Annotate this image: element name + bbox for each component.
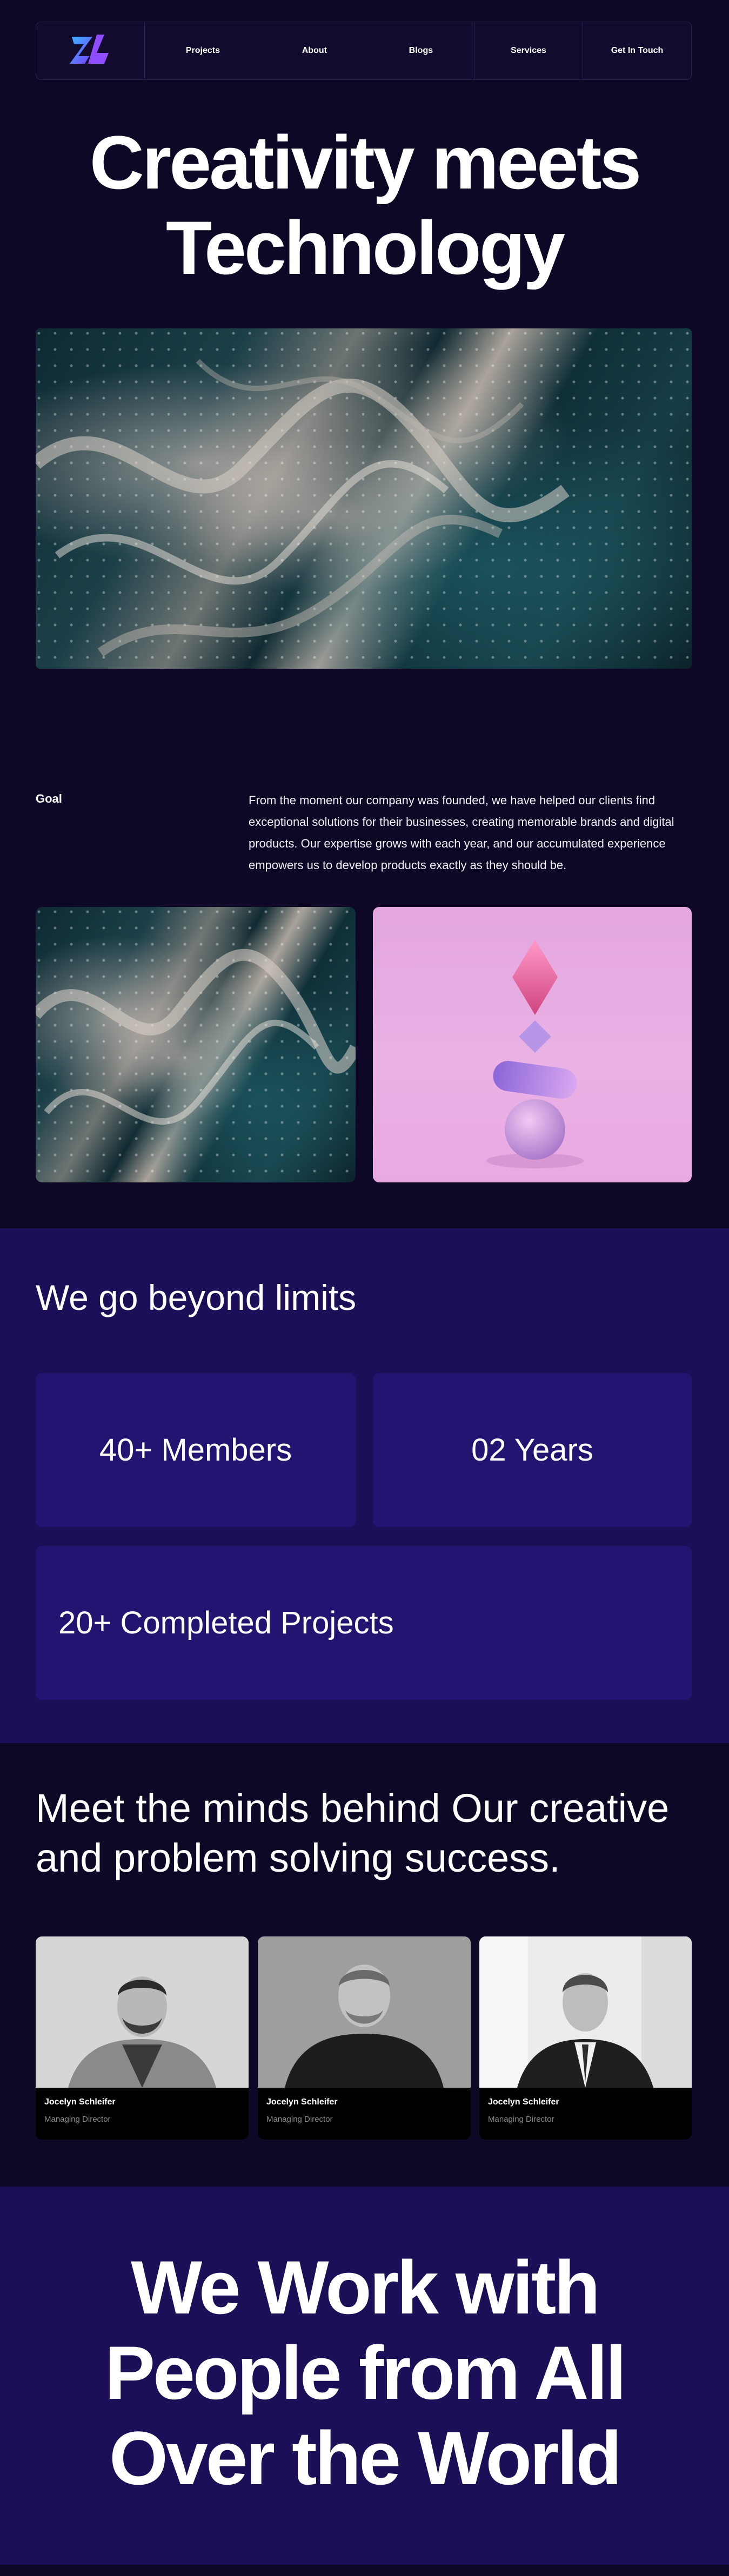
team-member-role: Managing Director — [266, 2115, 333, 2124]
logo-icon — [70, 35, 109, 64]
hero-title: Creativity meets Technology — [0, 120, 729, 291]
person-portrait — [258, 1936, 471, 2088]
goal-description: From the moment our company was founded,… — [249, 793, 674, 872]
nav-cta-cell: Get In Touch — [583, 22, 691, 79]
nav-link-blogs[interactable]: Blogs — [409, 46, 433, 56]
team-member-card: Jocelyn Schleifer Managing Director — [258, 1936, 471, 2140]
top-navigation: Projects About Blogs Services Get In Tou… — [36, 22, 692, 80]
nav-link-projects[interactable]: Projects — [186, 46, 220, 56]
marble-texture-art — [36, 949, 356, 1125]
logo-link[interactable] — [36, 22, 145, 79]
goal-marble-image — [36, 907, 356, 1182]
stat-years: 02 Years — [373, 1373, 692, 1527]
team-member-info: Jocelyn Schleifer Managing Director — [488, 2097, 559, 2124]
team-member-name: Jocelyn Schleifer — [266, 2097, 338, 2107]
nav-services-cell: Services — [474, 22, 583, 79]
team-member-photo — [36, 1936, 249, 2088]
get-in-touch-button[interactable]: Get In Touch — [611, 46, 664, 56]
team-member-card: Jocelyn Schleifer Managing Director — [36, 1936, 249, 2140]
person-portrait — [479, 1936, 692, 2088]
stacked-shapes-image — [373, 907, 692, 1182]
nav-links: Projects About Blogs — [145, 22, 474, 79]
stat-projects: 20+ Completed Projects — [36, 1546, 692, 1700]
team-member-name: Jocelyn Schleifer — [488, 2097, 559, 2107]
page: Projects About Blogs Services Get In Tou… — [0, 0, 729, 2576]
world-title-line2: People from All — [104, 2330, 627, 2415]
team-member-name: Jocelyn Schleifer — [44, 2097, 116, 2107]
stat-members: 40+ Members — [36, 1373, 356, 1527]
hero-title-line1: Creativity meets — [89, 120, 642, 205]
world-title-line1: We Work with — [131, 2245, 600, 2330]
stats-title: We go beyond limits — [36, 1277, 357, 1317]
team-member-photo — [258, 1936, 471, 2088]
hero-title-line2: Technology — [165, 205, 565, 290]
hero-marble-image — [36, 328, 692, 669]
nav-link-services[interactable]: Services — [511, 46, 546, 56]
team-member-photo — [479, 1936, 692, 2088]
team-member-role: Managing Director — [488, 2115, 554, 2124]
team-title: Meet the minds behind Our creative and p… — [36, 1786, 670, 1880]
world-title: We Work with People from All Over the Wo… — [0, 2245, 729, 2501]
team-member-card: Jocelyn Schleifer Managing Director — [479, 1936, 692, 2140]
nav-link-about[interactable]: About — [302, 46, 327, 56]
team-member-role: Managing Director — [44, 2115, 111, 2124]
team-member-info: Jocelyn Schleifer Managing Director — [44, 2097, 116, 2124]
person-portrait — [36, 1936, 249, 2088]
team-member-info: Jocelyn Schleifer Managing Director — [266, 2097, 338, 2124]
stacked-3d-shapes-art — [486, 939, 584, 1168]
marble-texture-art — [36, 359, 570, 657]
goal-label: Goal — [36, 792, 62, 805]
world-title-line3: Over the World — [109, 2416, 622, 2500]
